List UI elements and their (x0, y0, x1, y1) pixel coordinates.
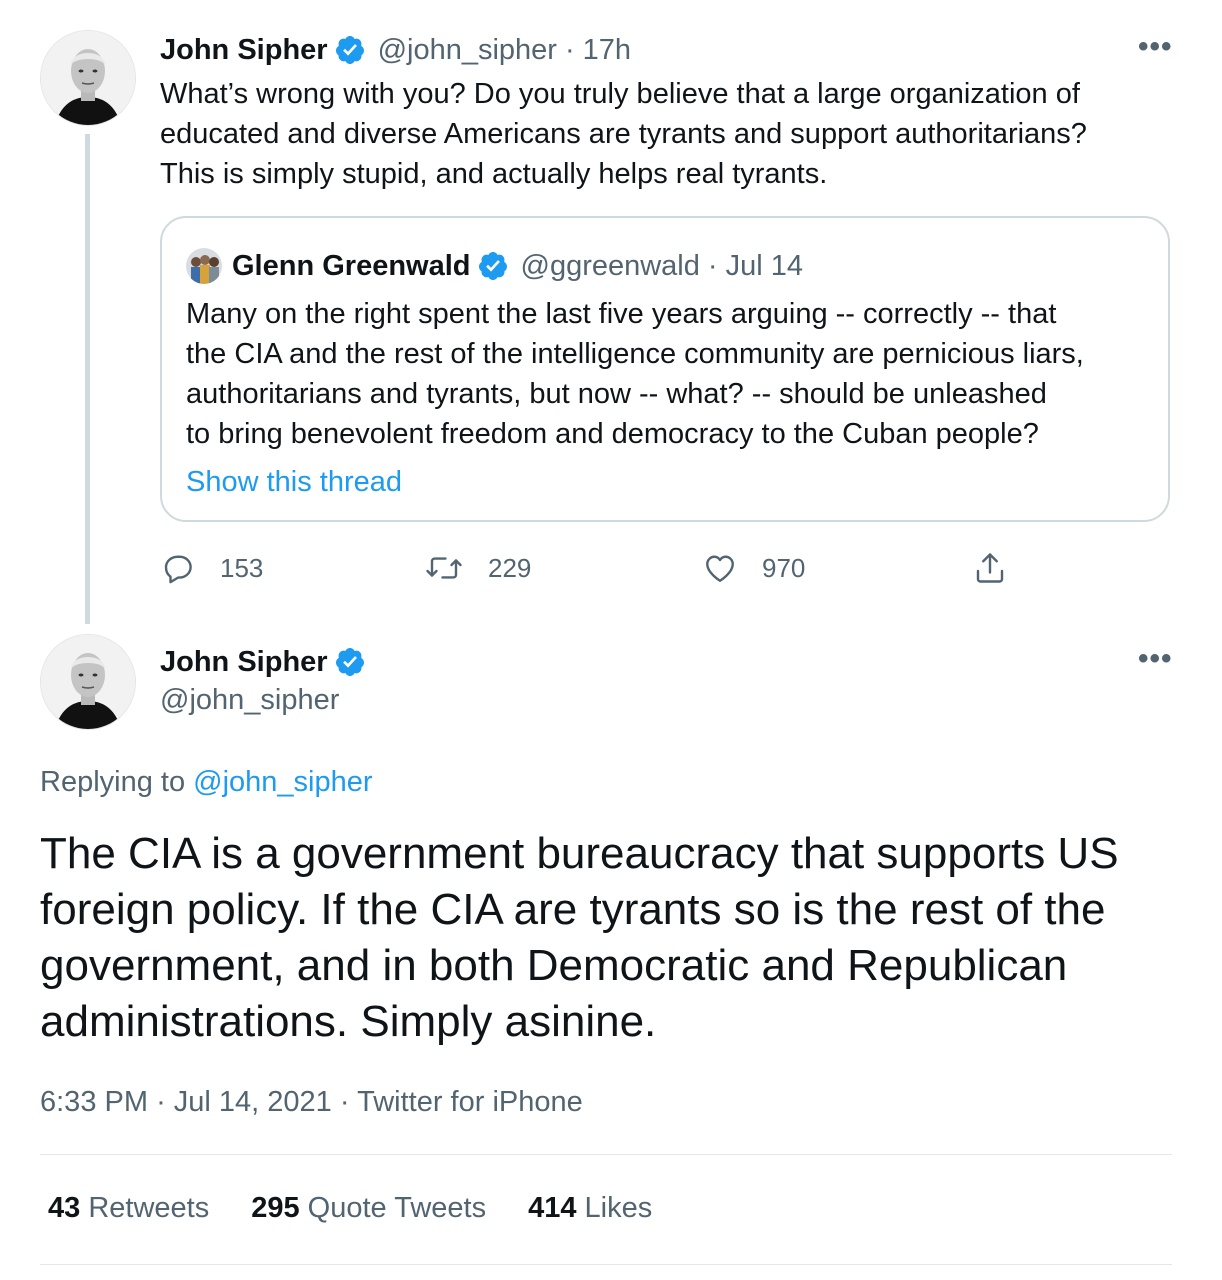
replying-to-handle[interactable]: @john_sipher (193, 766, 372, 798)
author-handle[interactable]: @john_sipher (160, 684, 339, 717)
text-line: administrations. Simply asinine. (40, 997, 657, 1046)
text-line: authoritarians and tyrants, but now -- w… (186, 378, 1047, 410)
replying-to-label: Replying to (40, 766, 186, 798)
avatar[interactable] (40, 30, 136, 126)
tweet-date[interactable]: Jul 14, 2021 (174, 1086, 332, 1118)
quoted-tweet-header: Glenn Greenwald @ggreenwald · Jul 14 (186, 248, 803, 284)
profile-photo-icon (41, 635, 135, 729)
divider (40, 1264, 1172, 1265)
verified-badge-icon (478, 252, 507, 280)
text-line: foreign policy. If the CIA are tyrants s… (40, 885, 1106, 934)
separator-dot: · (707, 249, 718, 282)
divider (40, 1154, 1172, 1155)
replying-to: Replying to @john_sipher (40, 766, 373, 799)
quote-tweets-label: Quote Tweets (307, 1192, 487, 1224)
quoted-author-name: Glenn Greenwald (232, 249, 471, 282)
parent-tweet-text: What’s wrong with you? Do you truly beli… (160, 74, 1180, 194)
author-name[interactable]: John Sipher (160, 34, 328, 67)
main-tweet-text: The CIA is a government bureaucracy that… (40, 826, 1180, 1050)
text-line: the CIA and the rest of the intelligence… (186, 338, 1084, 370)
quoted-tweet-text: Many on the right spent the last five ye… (186, 294, 1166, 454)
quoted-author-handle: @ggreenwald (520, 249, 700, 282)
quoted-tweet-card[interactable]: Glenn Greenwald @ggreenwald · Jul 14 Man… (160, 216, 1170, 522)
retweets-label: Retweets (88, 1192, 210, 1224)
text-line: to bring benevolent freedom and democrac… (186, 418, 1039, 450)
text-line: What’s wrong with you? Do you truly beli… (160, 78, 1080, 110)
tweet-metadata: 6:33 PM · Jul 14, 2021 · Twitter for iPh… (40, 1086, 583, 1119)
show-thread-link[interactable]: Show this thread (186, 462, 402, 502)
share-icon (976, 553, 1004, 583)
parent-tweet-header: John Sipher @john_sipher · 17h (160, 30, 631, 70)
more-options-icon[interactable]: ••• (1138, 642, 1173, 676)
avatar[interactable] (40, 634, 136, 730)
retweets-count: 43 (48, 1192, 81, 1224)
likes-label: Likes (584, 1192, 653, 1224)
tweet-time[interactable]: 17h (583, 34, 631, 67)
likes-stat[interactable]: 414 Likes (528, 1192, 652, 1225)
separator-dot: · (156, 1086, 166, 1118)
text-line: educated and diverse Americans are tyran… (160, 118, 1087, 150)
author-name[interactable]: John Sipher (160, 646, 328, 679)
retweet-icon (426, 557, 462, 579)
engagement-stats: 43 Retweets 295 Quote Tweets 414 Likes (48, 1192, 652, 1225)
heart-icon (706, 555, 734, 582)
more-options-icon[interactable]: ••• (1138, 30, 1173, 64)
like-button[interactable]: 970 (702, 550, 805, 586)
quoted-tweet-time: Jul 14 (725, 249, 803, 282)
text-line: This is simply stupid, and actually help… (160, 158, 828, 190)
thread-connector-line (85, 134, 90, 624)
text-line: government, and in both Democratic and R… (40, 941, 1068, 990)
retweet-count: 229 (488, 552, 532, 583)
retweet-button[interactable]: 229 (424, 550, 531, 586)
quote-tweets-stat[interactable]: 295 Quote Tweets (251, 1192, 486, 1225)
likes-count: 414 (528, 1192, 577, 1224)
group-photo-icon (186, 248, 222, 284)
text-line: Many on the right spent the last five ye… (186, 298, 1057, 330)
separator-dot: · (564, 33, 575, 66)
verified-badge-icon (335, 36, 364, 64)
quote-tweets-count: 295 (251, 1192, 300, 1224)
reply-count: 153 (220, 552, 264, 583)
author-handle[interactable]: @john_sipher (378, 34, 557, 67)
quoted-avatar (186, 248, 222, 284)
text-line: The CIA is a government bureaucracy that… (40, 829, 1119, 878)
separator-dot: · (339, 1086, 350, 1118)
tweet-time[interactable]: 6:33 PM (40, 1086, 148, 1118)
reply-icon (164, 555, 192, 584)
reply-button[interactable]: 153 (160, 550, 263, 586)
like-count: 970 (762, 552, 806, 583)
share-button[interactable] (972, 550, 1032, 586)
main-tweet-header: John Sipher (160, 642, 366, 682)
profile-photo-icon (41, 31, 135, 125)
verified-badge-icon (335, 648, 364, 676)
tweet-source[interactable]: Twitter for iPhone (357, 1086, 583, 1118)
retweets-stat[interactable]: 43 Retweets (48, 1192, 209, 1225)
